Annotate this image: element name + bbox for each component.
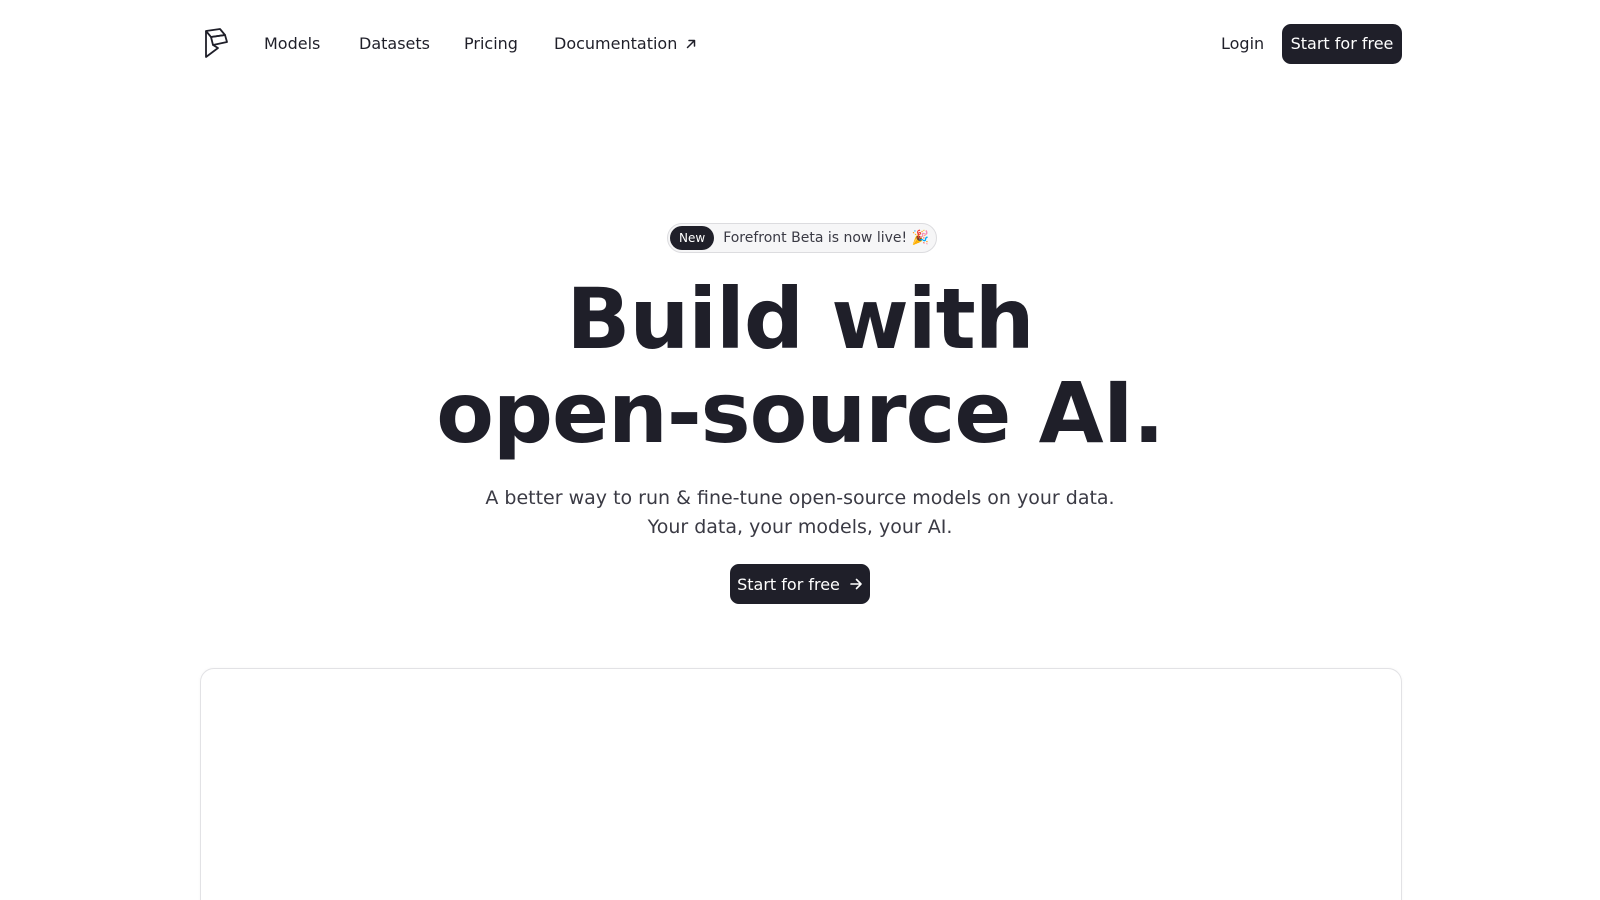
forefront-logo-icon[interactable] (203, 28, 229, 60)
hero-title-line-2: open-source AI. (436, 364, 1165, 462)
hero-subtitle-line-2: Your data, your models, your AI. (647, 516, 953, 538)
nav-link-models[interactable]: Models (264, 32, 320, 56)
announcement-pill[interactable]: New Forefront Beta is now live! 🎉 (667, 223, 937, 253)
hero-start-for-free-button[interactable]: Start for free (730, 564, 870, 604)
nav-link-documentation-label: Documentation (554, 34, 678, 53)
announcement-text: Forefront Beta is now live! 🎉 (723, 230, 930, 246)
product-preview-card (200, 668, 1402, 900)
hero-title: Build with open-source AI. (0, 272, 1600, 460)
landing-page: Models Datasets Pricing Documentation Lo… (0, 0, 1600, 900)
hero-subtitle: A better way to run & fine-tune open-sou… (0, 484, 1600, 542)
hero-title-line-1: Build with (566, 270, 1034, 368)
new-badge: New (670, 226, 715, 250)
login-link[interactable]: Login (1221, 32, 1264, 56)
hero-subtitle-line-1: A better way to run & fine-tune open-sou… (485, 487, 1115, 509)
start-for-free-button[interactable]: Start for free (1282, 24, 1402, 64)
hero-cta-label: Start for free (737, 574, 840, 594)
nav-link-datasets[interactable]: Datasets (359, 32, 430, 56)
nav-link-documentation[interactable]: Documentation (554, 32, 697, 56)
nav-link-pricing[interactable]: Pricing (464, 32, 518, 56)
top-navbar: Models Datasets Pricing Documentation Lo… (0, 0, 1600, 88)
arrow-up-right-icon (687, 39, 696, 49)
arrow-right-icon (850, 578, 862, 590)
